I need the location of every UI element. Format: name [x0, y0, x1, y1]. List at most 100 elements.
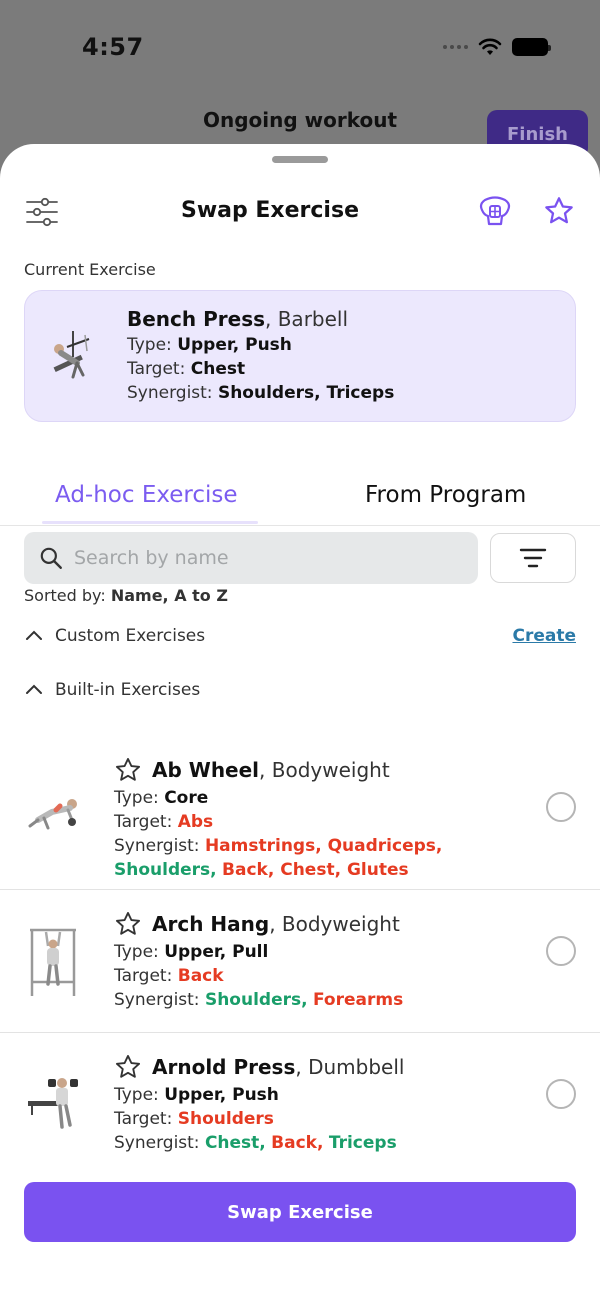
exercise-source-tabs: Ad-hoc Exercise From Program [0, 474, 600, 526]
bench-press-thumbnail [43, 327, 95, 383]
exercise-info: Arnold Press, Dumbbell Type: Upper, Push… [114, 1053, 404, 1153]
current-exercise-label: Current Exercise [24, 260, 156, 279]
select-radio[interactable] [546, 1079, 576, 1109]
target-label: Target: [114, 1109, 178, 1129]
synergist-value: Hamstrings, Quadriceps, [204, 836, 443, 856]
swap-exercise-button[interactable]: Swap Exercise [24, 1182, 576, 1242]
target-value: Back [177, 966, 224, 986]
create-exercise-link[interactable]: Create [512, 626, 576, 646]
exercise-row-ab-wheel[interactable]: Ab Wheel, Bodyweight Type: Core Target: … [0, 746, 600, 890]
type-value: Upper, Push [177, 335, 292, 355]
synergist-value: Shoulders, [204, 990, 308, 1010]
synergist-value: Chest, [204, 1133, 266, 1153]
exercise-equipment: , Barbell [265, 307, 349, 331]
exercise-type: Type: Upper, Push [114, 1085, 404, 1105]
type-label: Type: [114, 1085, 165, 1105]
tab-from-program[interactable]: From Program [365, 482, 526, 508]
sort-icon [519, 548, 547, 568]
exercise-row-arnold-press[interactable]: Arnold Press, Dumbbell Type: Upper, Push… [0, 1033, 600, 1176]
exercise-type: Type: Upper, Pull [114, 942, 403, 962]
sheet-title: Swap Exercise [180, 198, 359, 223]
battery-icon [512, 38, 551, 56]
exercise-synergist: Synergist: Chest, Back, Triceps [114, 1133, 404, 1153]
swap-exercise-sheet: Swap Exercise Current Exercise Bench Pre… [0, 144, 600, 1304]
exercise-info: Arch Hang, Bodyweight Type: Upper, Pull … [114, 910, 403, 1010]
star-outline-icon[interactable] [114, 1053, 142, 1081]
current-exercise-name: Bench Press, Barbell [127, 307, 394, 331]
target-label: Target: [114, 812, 178, 832]
current-exercise-card: Bench Press, Barbell Type: Upper, Push T… [24, 290, 576, 422]
synergist-value: Forearms [312, 990, 404, 1010]
exercise-row-arch-hang[interactable]: Arch Hang, Bodyweight Type: Upper, Pull … [0, 890, 600, 1033]
star-outline-icon[interactable] [114, 910, 142, 938]
sort-button[interactable] [490, 533, 576, 583]
exercise-title: Ab Wheel, Bodyweight [114, 756, 442, 784]
exercise-name: Bench Press [127, 307, 265, 331]
synergist-value: Back, Chest, Glutes [222, 860, 409, 880]
target-value: Shoulders [177, 1109, 274, 1129]
synergist-label: Synergist: [114, 990, 205, 1010]
exercise-name: Ab Wheel [152, 758, 260, 782]
type-label: Type: [114, 942, 165, 962]
muscle-body-icon[interactable] [476, 192, 514, 230]
tab-ad-hoc-exercise[interactable]: Ad-hoc Exercise [55, 482, 238, 508]
synergist-value: Shoulders, Triceps [217, 383, 395, 403]
exercise-equipment: , Bodyweight [259, 758, 390, 782]
sheet-header: Swap Exercise [0, 190, 600, 234]
target-value: Abs [177, 812, 214, 832]
ab-wheel-thumbnail [26, 786, 82, 856]
exercise-title: Arch Hang, Bodyweight [114, 910, 403, 938]
exercise-equipment: , Dumbbell [295, 1055, 405, 1079]
custom-exercises-group[interactable]: Custom Exercises Create [24, 624, 576, 652]
target-label: Target: [114, 966, 178, 986]
exercise-synergist: Synergist: Shoulders, Forearms [114, 990, 403, 1010]
current-target: Target: Chest [127, 359, 394, 379]
current-exercise-info: Bench Press, Barbell Type: Upper, Push T… [127, 307, 394, 403]
synergist-label: Synergist: [127, 383, 218, 403]
star-outline-icon[interactable] [114, 756, 142, 784]
search-bar [24, 532, 478, 584]
sort-status: Sorted by: Name, A to Z [24, 586, 228, 605]
wifi-icon [478, 38, 502, 55]
exercise-type: Type: Core [114, 788, 442, 808]
type-value: Upper, Push [164, 1085, 279, 1105]
synergist-label: Synergist: [114, 1133, 205, 1153]
type-label: Type: [114, 788, 165, 808]
target-value: Chest [190, 359, 246, 379]
exercise-target: Target: Abs [114, 812, 442, 832]
sort-prefix: Sorted by: [24, 586, 111, 605]
synergist-value: Shoulders, [114, 860, 217, 880]
target-label: Target: [127, 359, 191, 379]
exercise-title: Arnold Press, Dumbbell [114, 1053, 404, 1081]
active-tab-indicator [42, 521, 258, 524]
status-icons [443, 38, 551, 56]
custom-exercises-label: Custom Exercises [55, 626, 206, 646]
select-radio[interactable] [546, 936, 576, 966]
current-synergist: Synergist: Shoulders, Triceps [127, 383, 394, 403]
exercise-target: Target: Back [114, 966, 403, 986]
type-label: Type: [127, 335, 178, 355]
cellular-signal-icon [443, 45, 468, 49]
type-value: Core [164, 788, 209, 808]
sheet-grabber[interactable] [272, 156, 328, 163]
synergist-value: Back, [271, 1133, 324, 1153]
sort-value: Name, A to Z [110, 586, 228, 605]
built-in-exercises-label: Built-in Exercises [55, 680, 201, 700]
built-in-exercises-group[interactable]: Built-in Exercises [24, 678, 576, 706]
select-radio[interactable] [546, 792, 576, 822]
arnold-press-thumbnail [26, 1071, 82, 1141]
exercise-name: Arnold Press [152, 1055, 296, 1079]
exercise-name: Arch Hang [152, 912, 270, 936]
exercise-target: Target: Shoulders [114, 1109, 404, 1129]
chevron-up-icon [26, 684, 42, 694]
current-type: Type: Upper, Push [127, 335, 394, 355]
search-icon [40, 547, 62, 569]
status-time: 4:57 [82, 33, 144, 61]
chevron-up-icon [26, 630, 42, 640]
exercise-synergist-cont: Shoulders, Back, Chest, Glutes [114, 860, 442, 880]
search-input[interactable] [74, 542, 454, 574]
type-value: Upper, Pull [164, 942, 269, 962]
favorite-star-icon[interactable] [540, 192, 578, 230]
arch-hang-thumbnail [26, 926, 82, 996]
exercise-synergist: Synergist: Hamstrings, Quadriceps, [114, 836, 442, 856]
